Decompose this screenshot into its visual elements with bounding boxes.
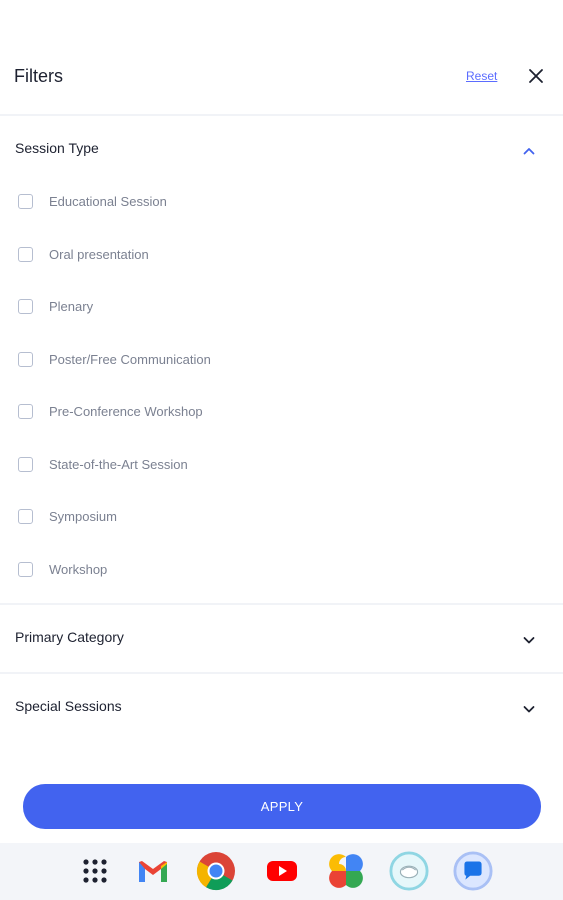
section-divider <box>0 603 563 605</box>
apply-button[interactable]: APPLY <box>23 784 541 829</box>
messages-icon <box>453 851 493 891</box>
option-state-of-the-art-session[interactable]: State-of-the-Art Session <box>0 448 300 484</box>
section-title: Session Type <box>15 140 99 156</box>
checkbox[interactable] <box>18 194 33 209</box>
section-divider <box>0 672 563 674</box>
messages-app[interactable] <box>453 851 493 891</box>
photos-app[interactable] <box>326 851 366 891</box>
section-title: Special Sessions <box>15 698 122 714</box>
section-title: Primary Category <box>15 629 124 645</box>
assistant-icon <box>389 851 429 891</box>
reset-link[interactable]: Reset <box>466 69 497 83</box>
option-workshop[interactable]: Workshop <box>0 553 300 589</box>
option-label: State-of-the-Art Session <box>49 457 188 472</box>
section-primary-category[interactable]: Primary Category <box>0 615 563 663</box>
gmail-icon <box>139 861 167 882</box>
youtube-app[interactable] <box>262 851 302 891</box>
filters-header: Filters Reset <box>0 48 563 114</box>
checkbox[interactable] <box>18 457 33 472</box>
close-button[interactable] <box>526 66 546 86</box>
app-grid-icon <box>83 859 107 883</box>
option-oral-presentation[interactable]: Oral presentation <box>0 238 300 274</box>
header-divider <box>0 114 563 116</box>
option-label: Educational Session <box>49 194 167 209</box>
section-session-type[interactable]: Session Type <box>0 126 563 174</box>
option-label: Workshop <box>49 562 108 577</box>
chevron-up-icon <box>523 148 535 155</box>
app-dock <box>0 843 563 900</box>
checkbox[interactable] <box>18 509 33 524</box>
option-educational-session[interactable]: Educational Session <box>0 185 300 221</box>
option-label: Pre-Conference Workshop <box>49 404 203 419</box>
checkbox[interactable] <box>18 404 33 419</box>
option-label: Symposium <box>49 509 117 524</box>
option-label: Oral presentation <box>49 247 149 262</box>
photos-icon <box>329 854 363 888</box>
chrome-icon <box>196 852 235 891</box>
section-special-sessions[interactable]: Special Sessions <box>0 684 563 732</box>
close-icon <box>529 69 543 83</box>
checkbox[interactable] <box>18 352 33 367</box>
gmail-app[interactable] <box>133 851 173 891</box>
chevron-down-icon <box>523 637 535 644</box>
option-plenary[interactable]: Plenary <box>0 290 300 326</box>
assistant-app[interactable] <box>389 851 429 891</box>
option-pre-conference-workshop[interactable]: Pre-Conference Workshop <box>0 395 300 431</box>
checkbox[interactable] <box>18 299 33 314</box>
app-grid-button[interactable] <box>75 851 115 891</box>
chevron-down-icon <box>523 706 535 713</box>
chrome-app[interactable] <box>196 851 236 891</box>
youtube-icon <box>267 861 297 881</box>
option-poster-free-communication[interactable]: Poster/Free Communication <box>0 343 300 379</box>
option-label: Poster/Free Communication <box>49 352 211 367</box>
checkbox[interactable] <box>18 562 33 577</box>
checkbox[interactable] <box>18 247 33 262</box>
page-title: Filters <box>14 66 63 86</box>
option-label: Plenary <box>49 299 94 314</box>
option-symposium[interactable]: Symposium <box>0 500 300 536</box>
